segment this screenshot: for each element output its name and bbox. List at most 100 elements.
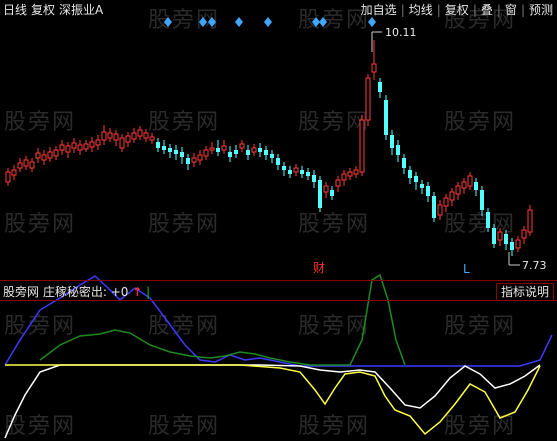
candlestick — [156, 138, 160, 152]
candlestick — [203, 146, 209, 160]
signal-diamond-icon — [368, 17, 376, 27]
candlestick — [312, 170, 316, 188]
signal-diamond-icon — [264, 17, 272, 27]
candlestick — [228, 146, 232, 162]
l-marker: L — [463, 262, 470, 276]
candlestick — [101, 125, 107, 145]
candlestick — [149, 133, 155, 144]
candlestick — [53, 146, 59, 160]
candlestick — [131, 128, 137, 143]
candlestick — [71, 138, 77, 153]
candlestick — [77, 140, 83, 155]
candlestick — [5, 168, 11, 186]
candlestick — [408, 166, 412, 184]
candlestick — [264, 146, 268, 160]
low-price-label: 7.73 — [522, 259, 547, 272]
candlestick — [353, 166, 359, 178]
candlestick — [17, 158, 23, 172]
candlestick — [186, 154, 190, 170]
candlestick — [143, 129, 149, 142]
candlestick — [318, 176, 322, 212]
candlestick-series — [5, 40, 533, 256]
candlestick — [486, 208, 490, 232]
candlestick — [455, 182, 461, 200]
candlestick — [515, 236, 521, 252]
signal-diamond-icon — [208, 17, 216, 27]
white-line — [4, 364, 541, 439]
yellow-line — [5, 364, 541, 436]
candlestick — [168, 144, 172, 158]
candlestick — [461, 178, 467, 194]
candlestick — [437, 200, 443, 220]
candlestick — [378, 78, 382, 98]
candlestick — [191, 153, 197, 167]
candlestick — [371, 40, 377, 80]
candlestick — [119, 134, 125, 152]
candlestick — [480, 186, 484, 216]
candlestick — [384, 95, 388, 140]
candlestick — [65, 142, 71, 158]
candlestick — [432, 192, 436, 222]
indicator-value: +0 — [110, 285, 129, 299]
candlestick — [510, 238, 514, 256]
candlestick — [330, 186, 334, 200]
candlestick — [258, 143, 262, 157]
signal-diamond-icon — [312, 17, 320, 27]
signal-diamond-icon — [199, 17, 207, 27]
candlestick — [209, 142, 215, 154]
candlestick — [293, 164, 299, 176]
candlestick — [41, 150, 47, 165]
candlestick — [216, 140, 220, 156]
candlestick — [341, 170, 347, 186]
candlestick — [365, 74, 371, 126]
candlestick — [306, 168, 310, 180]
signal-diamond-icon — [235, 17, 243, 27]
high-price-label: 10.11 — [385, 26, 417, 39]
candlestick — [162, 140, 166, 154]
candlestick — [335, 176, 341, 192]
candlestick — [474, 178, 478, 196]
candlestick — [521, 226, 527, 244]
candlestick — [125, 132, 131, 147]
candlestick — [282, 162, 286, 176]
indicator-help-button[interactable]: 指标说明 — [495, 283, 554, 301]
candlestick — [396, 140, 400, 162]
candlestick — [323, 182, 329, 198]
candlestick — [221, 140, 227, 154]
candlestick — [497, 228, 503, 246]
candlestick — [449, 188, 455, 206]
candlestick — [359, 115, 365, 176]
candlestick — [504, 230, 508, 250]
candlestick — [83, 140, 89, 152]
candlestick — [270, 150, 274, 163]
candlestick — [443, 194, 449, 212]
candlestick — [276, 154, 280, 170]
candlestick — [137, 126, 143, 140]
candlestick — [414, 172, 418, 190]
candlestick — [35, 148, 41, 163]
panel-divider — [0, 300, 557, 301]
candlestick — [300, 166, 304, 178]
candlestick — [467, 172, 473, 190]
candlestick — [59, 140, 65, 155]
candlestick — [288, 166, 292, 178]
candlestick — [390, 130, 394, 155]
candlestick — [347, 168, 353, 180]
indicator-source: 股旁网 — [3, 285, 40, 299]
candlestick — [251, 144, 257, 156]
candlestick — [113, 130, 119, 146]
panel-divider — [0, 280, 557, 281]
candlestick — [29, 158, 35, 172]
candlestick — [180, 147, 184, 164]
candlestick — [402, 154, 406, 174]
candlestick — [47, 147, 53, 162]
kline-chart[interactable]: 10.11 7.73 财 L — [0, 0, 557, 441]
candlestick — [174, 145, 178, 160]
candlestick — [527, 205, 533, 236]
candlestick — [107, 128, 113, 142]
candlestick — [11, 165, 17, 180]
candlestick — [426, 182, 430, 202]
tick-mark: | — [146, 285, 151, 299]
signal-diamonds — [164, 17, 376, 27]
candlestick — [95, 135, 101, 150]
